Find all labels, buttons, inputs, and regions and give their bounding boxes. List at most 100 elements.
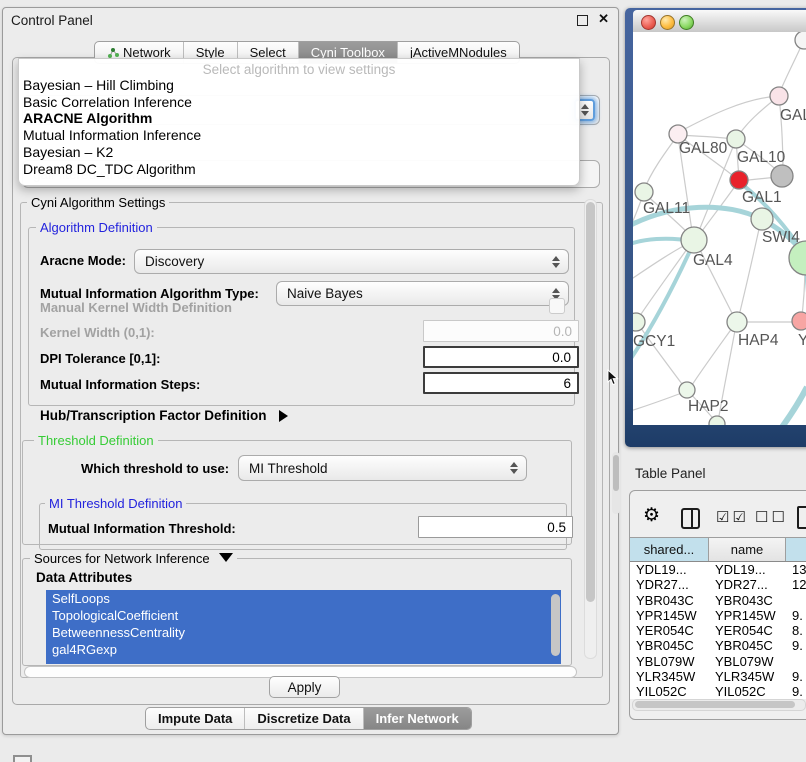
table-cell[interactable]: YIL052C (709, 684, 786, 699)
checked-boxes-icon[interactable]: ☑☑ (716, 508, 749, 526)
table-cell[interactable]: YBL079W (630, 654, 709, 669)
close-traffic-icon[interactable] (641, 15, 656, 30)
table-row[interactable]: YLR345WYLR345W9. (630, 669, 806, 684)
tab-impute-data[interactable]: Impute Data (146, 708, 244, 729)
column-header-name[interactable]: name (709, 538, 786, 561)
table-cell[interactable]: YER054C (709, 623, 786, 638)
network-node-gal11[interactable] (635, 183, 653, 201)
network-node-gal4[interactable] (681, 227, 707, 253)
column-header-partial[interactable] (786, 538, 806, 561)
algorithm-option[interactable]: ARACNE Algorithm (19, 110, 579, 127)
divider-scrollbar-thumb[interactable] (613, 455, 619, 491)
table-cell[interactable]: 13 (786, 562, 806, 577)
attribute-list-item[interactable]: SelfLoops (46, 590, 561, 607)
attribute-list-item[interactable]: gal4RGexp (46, 641, 561, 658)
table-cell[interactable]: YDL19... (709, 562, 786, 577)
algorithm-option[interactable]: Basic Correlation Inference (19, 94, 579, 111)
table-cell[interactable]: 9. (786, 669, 806, 684)
network-node[interactable] (795, 32, 806, 49)
table-cell[interactable]: YDR27... (630, 577, 709, 592)
table-cell[interactable]: 9. (786, 684, 806, 699)
table-row[interactable]: YDR27...YDR27...12 (630, 577, 806, 592)
table-hscrollbar-track[interactable] (632, 699, 806, 711)
mi-steps-input[interactable]: 6 (423, 372, 579, 394)
attributes-scrollbar-thumb[interactable] (551, 594, 560, 656)
document-icon[interactable] (797, 506, 806, 529)
network-node[interactable] (771, 165, 793, 187)
table-cell[interactable]: 12 (786, 577, 806, 592)
table-cell[interactable]: YDL19... (630, 562, 709, 577)
network-node-hap4[interactable] (727, 312, 747, 332)
algorithm-option[interactable]: Bayesian – Hill Climbing (19, 77, 579, 94)
table-hscrollbar-thumb[interactable] (635, 701, 795, 708)
attribute-list-item[interactable]: TopologicalCoefficient (46, 607, 561, 624)
docked-panel-icon[interactable] (13, 755, 32, 762)
close-icon[interactable]: ✕ (598, 11, 609, 27)
table-cell[interactable]: YBR043C (630, 593, 709, 608)
table-cell[interactable]: 9. (786, 638, 806, 653)
table-cell[interactable] (786, 593, 806, 608)
algorithm-option[interactable]: Bayesian – K2 (19, 144, 579, 161)
network-view-titlebar[interactable] (633, 10, 806, 33)
kernel-width-input[interactable]: 0.0 (423, 320, 579, 342)
network-node-gcy1[interactable] (633, 313, 645, 331)
divider-scrollbar-track[interactable] (612, 452, 620, 514)
table-row[interactable]: YBR045CYBR045C9. (630, 638, 806, 653)
table-cell[interactable]: YIL052C (630, 684, 709, 699)
network-node-gal10[interactable] (727, 130, 745, 148)
float-window-icon[interactable] (577, 15, 588, 26)
mi-type-combobox[interactable]: Naive Bayes (276, 281, 569, 306)
network-node-swi4[interactable] (751, 208, 773, 230)
network-node[interactable] (789, 241, 806, 275)
table-cell[interactable]: YER054C (630, 623, 709, 638)
table-row[interactable]: YBR043CYBR043C (630, 593, 806, 608)
table-row[interactable]: YDL19...YDL19...13 (630, 562, 806, 577)
mi-threshold-input[interactable]: 0.5 (418, 516, 573, 538)
which-threshold-combobox[interactable]: MI Threshold (238, 455, 527, 481)
unchecked-boxes-icon[interactable]: ☐☐ (755, 508, 788, 526)
table-row[interactable]: YBL079WYBL079W (630, 654, 806, 669)
gear-icon[interactable]: ⚙ (643, 506, 660, 525)
sources-toggle[interactable]: Sources for Network Inference (30, 551, 237, 566)
algorithm-option[interactable]: Mutual Information Inference (19, 127, 579, 144)
tab-infer-network[interactable]: Infer Network (363, 708, 471, 729)
table-cell[interactable]: YPR145W (630, 608, 709, 623)
zoom-traffic-icon[interactable] (679, 15, 694, 30)
table-cell[interactable] (786, 654, 806, 669)
hub-definition-toggle[interactable]: Hub/Transcription Factor Definition (40, 408, 288, 423)
table-cell[interactable]: YBR045C (630, 638, 709, 653)
network-canvas[interactable]: GALGAL80GAL10GAL1GAL11SWI4GAL4GCY1HAP4YH… (633, 32, 806, 425)
data-attributes-list[interactable]: SelfLoopsTopologicalCoefficientBetweenne… (46, 590, 561, 664)
attribute-list-item[interactable]: BetweennessCentrality (46, 624, 561, 641)
minimize-traffic-icon[interactable] (660, 15, 675, 30)
table-row[interactable]: YPR145WYPR145W9. (630, 608, 806, 623)
control-panel-titlebar[interactable]: Control Panel ✕ (3, 8, 618, 34)
control-panel-title: Control Panel (11, 13, 93, 28)
aracne-mode-combobox[interactable]: Discovery (134, 249, 569, 274)
table-cell[interactable]: YBL079W (709, 654, 786, 669)
table-cell[interactable]: YBR043C (709, 593, 786, 608)
table-cell[interactable]: YDR27... (709, 577, 786, 592)
apply-button[interactable]: Apply (269, 676, 340, 698)
column-header-shared-name[interactable]: shared... (630, 538, 709, 561)
attribute-list-item[interactable] (46, 658, 561, 664)
network-node-y[interactable] (792, 312, 806, 330)
settings-scrollbar-track[interactable] (584, 199, 597, 659)
tab-discretize-data[interactable]: Discretize Data (244, 708, 362, 729)
network-node-gal[interactable] (770, 87, 788, 105)
network-node-gal1[interactable] (730, 171, 748, 189)
network-node-hap2[interactable] (679, 382, 695, 398)
table-cell[interactable]: 8. (786, 623, 806, 638)
split-columns-icon[interactable] (681, 508, 700, 529)
algorithm-option[interactable]: Dream8 DC_TDC Algorithm (19, 161, 579, 178)
table-row[interactable]: YIL052CYIL052C9. (630, 684, 806, 699)
table-cell[interactable]: 9. (786, 608, 806, 623)
table-cell[interactable]: YBR045C (709, 638, 786, 653)
dpi-tolerance-input[interactable]: 0.0 (423, 346, 579, 368)
table-cell[interactable]: YLR345W (630, 669, 709, 684)
manual-kernel-checkbox[interactable] (549, 298, 565, 314)
table-cell[interactable]: YPR145W (709, 608, 786, 623)
table-row[interactable]: YER054CYER054C8. (630, 623, 806, 638)
table-cell[interactable]: YLR345W (709, 669, 786, 684)
settings-scrollbar-thumb[interactable] (586, 202, 595, 602)
